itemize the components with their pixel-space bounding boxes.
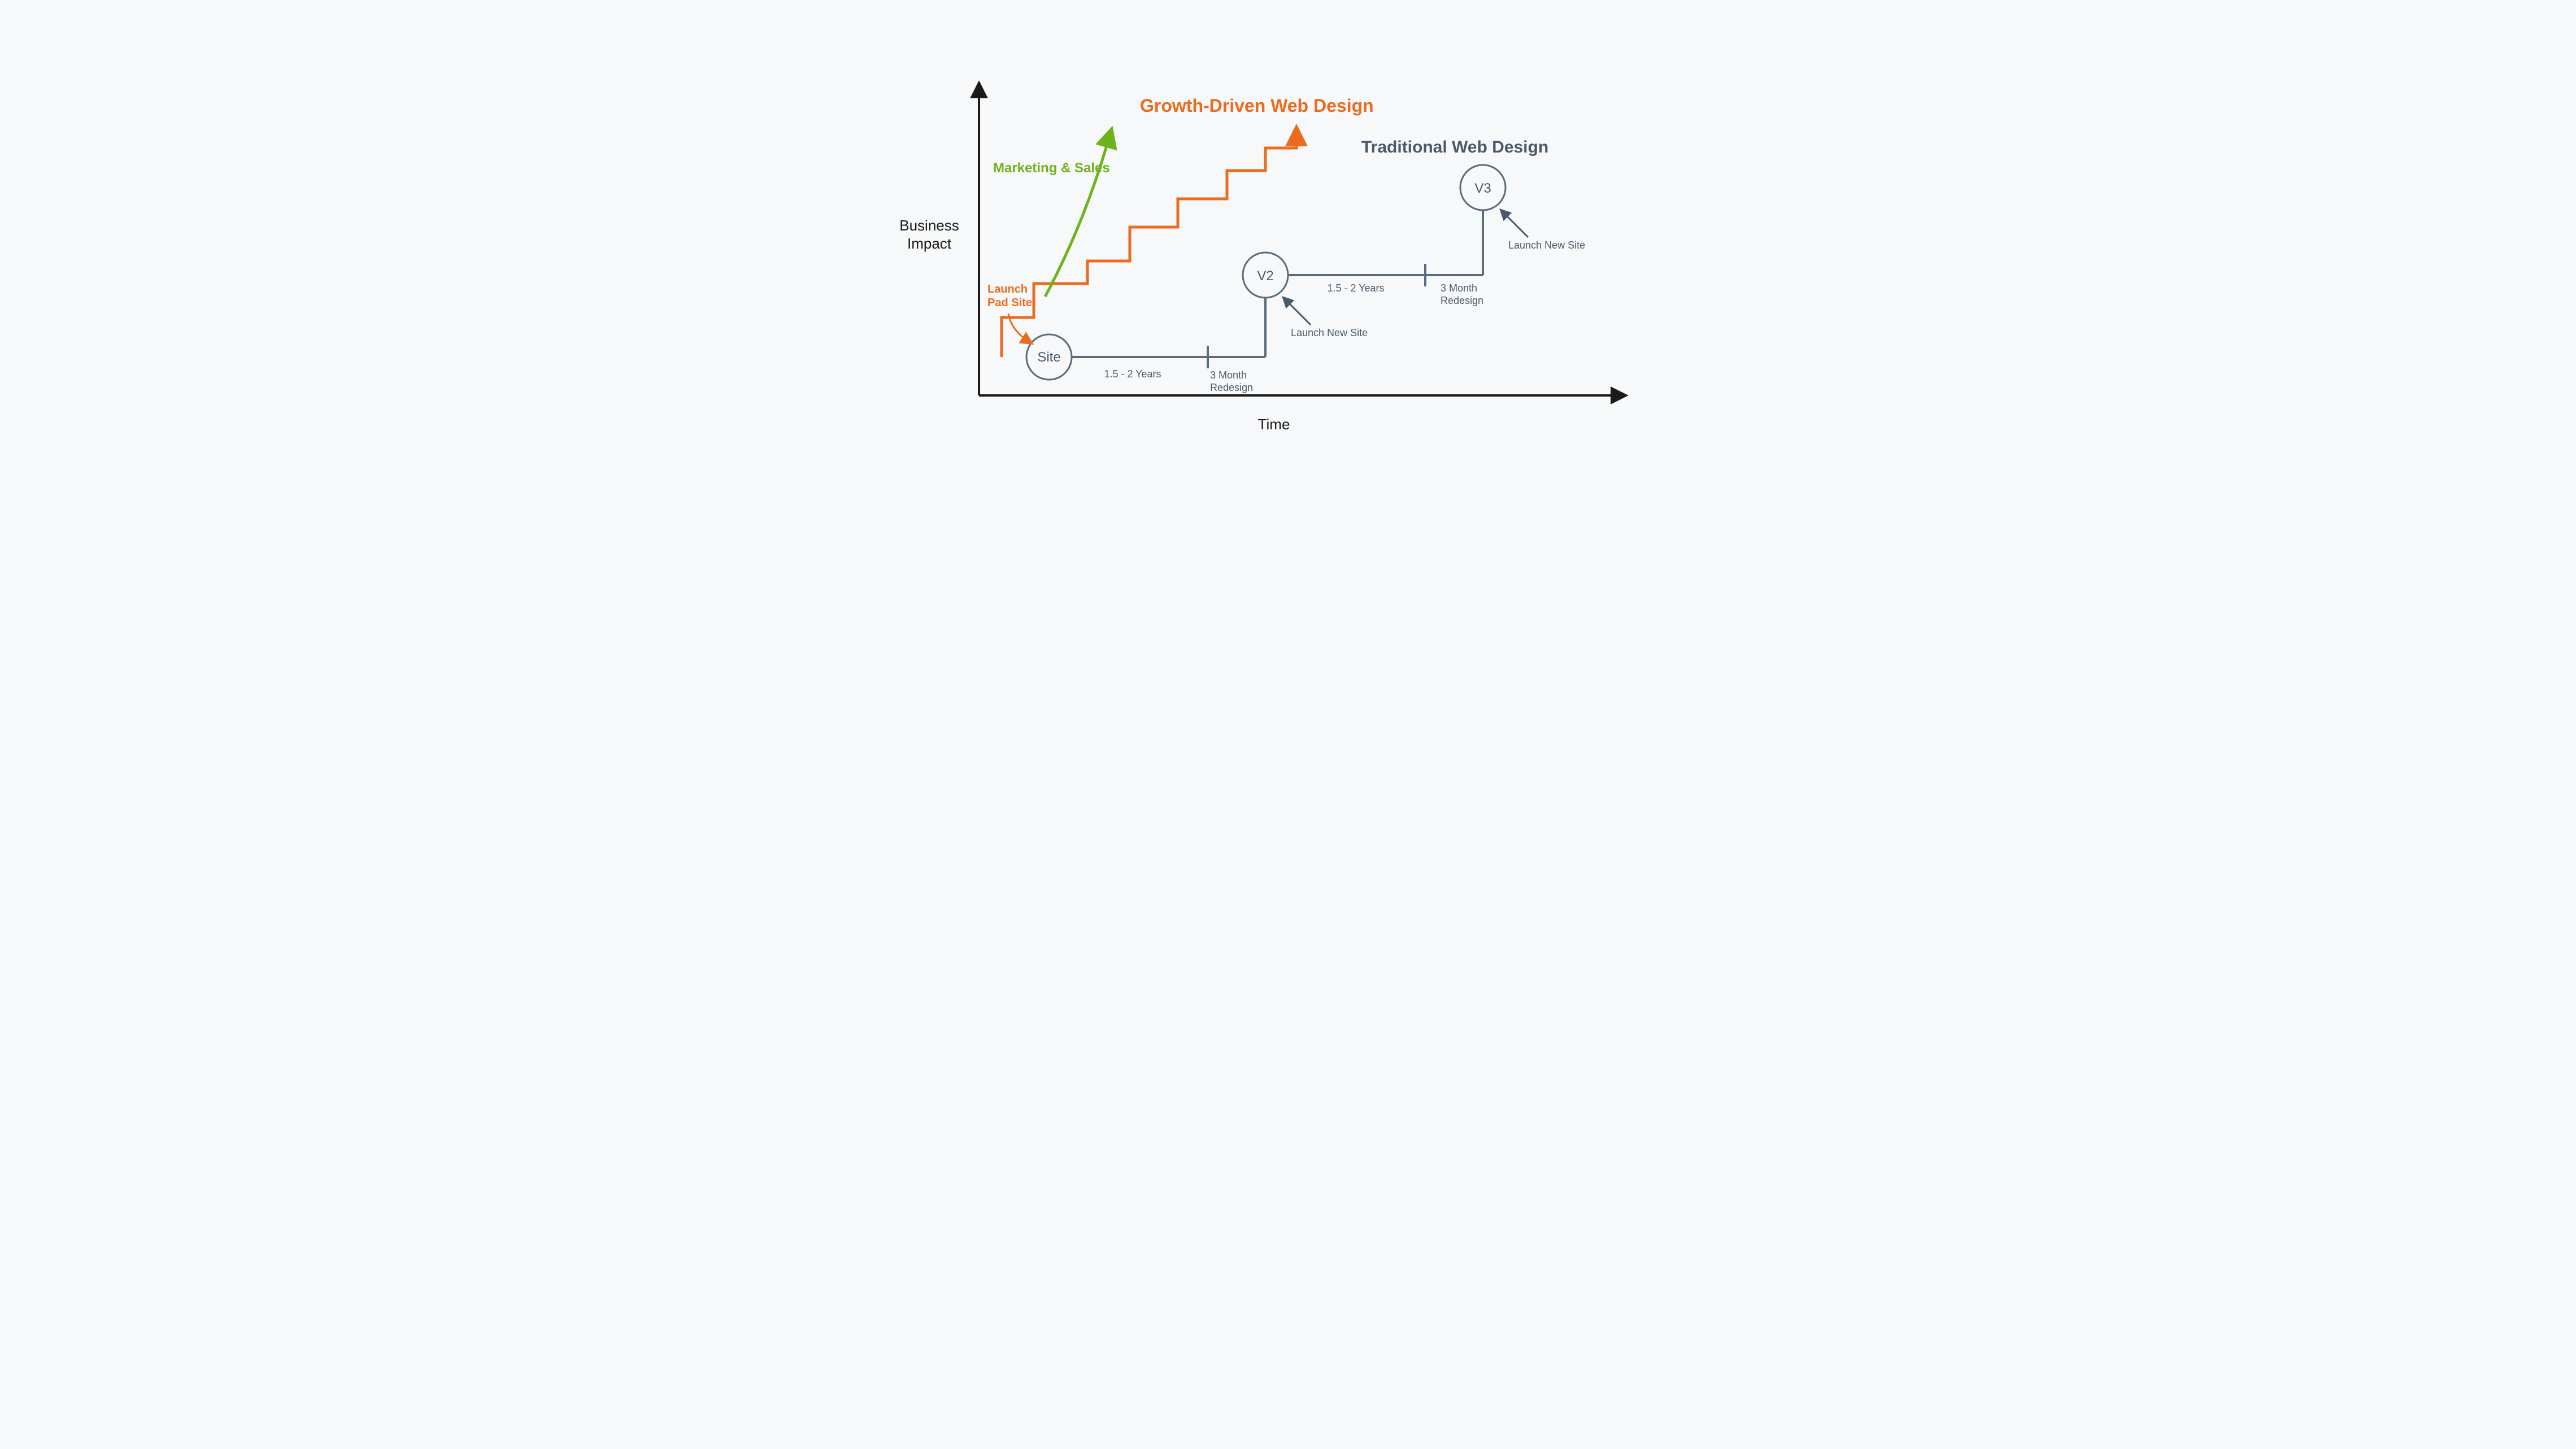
diagram-stage: Business Impact Time Site V2 V3 1.5 - 2 …: [859, 0, 1717, 483]
marketing-curve-path: [1045, 134, 1110, 297]
marketing-curve: Marketing & Sales: [993, 134, 1110, 297]
marketing-label: Marketing & Sales: [993, 160, 1110, 176]
label-redesign2-l2: Redesign: [1441, 295, 1483, 306]
label-launch-v3: Launch New Site: [1508, 240, 1585, 251]
launchpad-line1: Launch: [987, 283, 1028, 295]
launchpad-pointer: Launch Pad Site: [987, 283, 1032, 342]
arrow-pointer-icon: [1503, 212, 1528, 237]
pointer-v3: Launch New Site: [1503, 212, 1585, 251]
diagram-svg: Business Impact Time Site V2 V3 1.5 - 2 …: [859, 0, 1717, 483]
node-v2-label: V2: [1257, 268, 1273, 284]
pointer-v2: Launch New Site: [1285, 299, 1368, 338]
label-redesign1-l1: 3 Month: [1210, 369, 1247, 381]
node-site-label: Site: [1037, 350, 1060, 365]
label-gap2: 1.5 - 2 Years: [1327, 282, 1384, 294]
title-gdd: Growth-Driven Web Design: [1140, 95, 1374, 116]
launchpad-line2: Pad Site: [987, 297, 1032, 309]
node-v3-label: V3: [1474, 181, 1491, 196]
label-gap1: 1.5 - 2 Years: [1104, 368, 1161, 380]
traditional-path: Site V2 V3: [1026, 165, 1505, 380]
label-launch-v2: Launch New Site: [1291, 327, 1368, 338]
title-traditional: Traditional Web Design: [1361, 138, 1548, 156]
label-redesign2-l1: 3 Month: [1441, 282, 1477, 294]
x-axis-label: Time: [1258, 416, 1290, 433]
y-axis-label-1: Business: [899, 217, 959, 234]
y-axis-label-2: Impact: [907, 235, 952, 252]
arrow-pointer-icon: [1285, 299, 1311, 325]
label-redesign1-l2: Redesign: [1210, 382, 1253, 393]
